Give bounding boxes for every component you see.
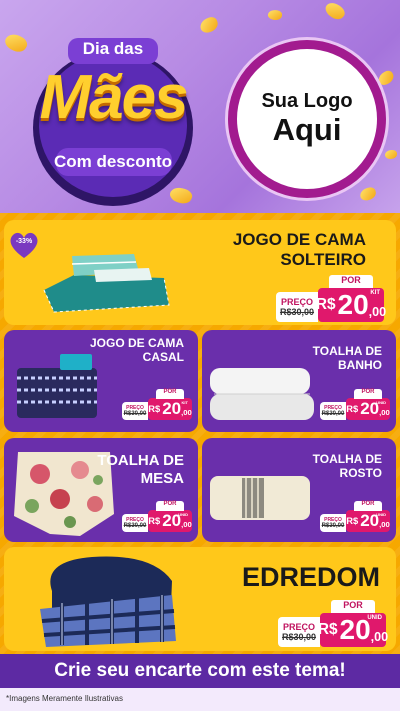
- price-tag: PREÇO R$30,00 POR R$ 20,00 UNID: [122, 501, 192, 532]
- product-card-mesa[interactable]: TOALHA DE MESA PREÇO R$30,00 POR R$ 20,00 …: [4, 438, 198, 542]
- product-card-rosto[interactable]: TOALHA DE ROSTO PREÇO R$30,00 POR R$ 20,00…: [202, 438, 396, 542]
- petal-decoration: [198, 15, 220, 35]
- price-decimals: ,00: [379, 520, 390, 529]
- old-price: R$30,00: [123, 523, 147, 529]
- cta-banner[interactable]: Crie seu encarte com este tema!: [0, 654, 400, 688]
- petal-decoration: [376, 68, 396, 88]
- product-title: EDREDOM: [241, 562, 380, 592]
- product-card-edredom[interactable]: EDREDOM PREÇO R$30,00 POR R$ 20,00 UNID: [4, 547, 396, 651]
- currency-symbol: R$: [315, 296, 336, 313]
- currency-symbol: R$: [317, 621, 338, 638]
- unit-label: KIT: [181, 400, 188, 405]
- petal-decoration: [267, 8, 283, 22]
- product-card-casal[interactable]: JOGO DE CAMA CASAL PREÇO R$30,00 POR R$ 20…: [4, 330, 198, 432]
- currency-symbol: R$: [346, 404, 359, 414]
- mothers-day-badge: Dia das Mães Com desconto: [28, 30, 198, 210]
- price-decimals: ,00: [368, 305, 387, 319]
- price-tag: PREÇO R$30,00 POR R$ 20,00 UNID: [320, 501, 390, 532]
- cta-text: Crie seu encarte com este tema!: [54, 660, 346, 681]
- price-tag: PREÇO R$30,00 POR R$ 20,00 KIT: [276, 275, 387, 322]
- logo-placeholder[interactable]: Sua Logo Aqui: [228, 40, 386, 198]
- price-label: PREÇO: [280, 297, 313, 307]
- por-label: POR: [354, 501, 382, 511]
- old-price: R$30,00: [281, 632, 317, 642]
- old-price: R$30,00: [123, 411, 147, 417]
- por-label: POR: [329, 275, 373, 288]
- petal-decoration: [2, 30, 30, 56]
- discount-text: -33%: [15, 238, 33, 245]
- product-title: JOGO DE CAMA SOLTEIRO: [232, 230, 366, 270]
- price-decimals: ,00: [370, 630, 389, 644]
- price-value: 20: [337, 289, 369, 320]
- unit-label: UNID: [376, 512, 386, 517]
- logo-text-line2: Aqui: [272, 112, 342, 148]
- logo-text-line1: Sua Logo: [261, 90, 353, 113]
- price-tag: PREÇO R$30,00 POR R$ 20,00 UNID: [320, 389, 390, 420]
- old-price: R$30,00: [321, 411, 345, 417]
- petal-decoration: [358, 186, 378, 202]
- product-title: TOALHA DE MESA: [97, 452, 184, 487]
- price-value: 20: [339, 614, 371, 645]
- discount-heart-badge: -33%: [8, 230, 40, 260]
- product-title: JOGO DE CAMA CASAL: [89, 336, 184, 365]
- badge-line1: Dia das: [82, 39, 144, 58]
- unit-label: KIT: [370, 290, 380, 296]
- price-decimals: ,00: [181, 408, 192, 417]
- badge-line3: Com desconto: [53, 152, 173, 171]
- unit-label: UNID: [376, 400, 386, 405]
- petal-decoration: [322, 0, 348, 23]
- por-label: POR: [156, 501, 184, 511]
- currency-symbol: R$: [346, 516, 359, 526]
- petal-decoration: [385, 150, 397, 159]
- price-label: PREÇO: [282, 622, 315, 632]
- product-card-banho[interactable]: TOALHA DE BANHO PREÇO R$30,00 POR R$ 20,00…: [202, 330, 396, 432]
- product-title: TOALHA DE ROSTO: [312, 452, 382, 481]
- price-value: 20: [162, 399, 182, 418]
- price-tag: PREÇO R$30,00 POR R$ 20,00 UNID: [278, 600, 389, 647]
- product-title: TOALHA DE BANHO: [312, 344, 382, 373]
- price-tag: PREÇO R$30,00 POR R$ 20,00 KIT: [122, 389, 192, 420]
- old-price: R$30,00: [279, 307, 315, 317]
- por-label: POR: [156, 389, 184, 399]
- badge-title: Mães: [39, 63, 188, 132]
- bed-sheet-set-image: [43, 254, 170, 313]
- por-label: POR: [354, 389, 382, 399]
- currency-symbol: R$: [148, 516, 161, 526]
- unit-label: UNID: [178, 512, 188, 517]
- old-price: R$30,00: [321, 523, 345, 529]
- disclaimer-text: *Imagens Meramente Ilustrativas: [0, 688, 400, 711]
- product-card-solteiro[interactable]: JOGO DE CAMA SOLTEIRO PREÇO R$30,00 POR R…: [4, 220, 396, 325]
- comforter-image: [40, 556, 176, 647]
- price-decimals: ,00: [181, 520, 192, 529]
- por-label: POR: [331, 600, 375, 613]
- price-decimals: ,00: [379, 408, 390, 417]
- unit-label: UNID: [367, 615, 382, 621]
- currency-symbol: R$: [148, 404, 161, 414]
